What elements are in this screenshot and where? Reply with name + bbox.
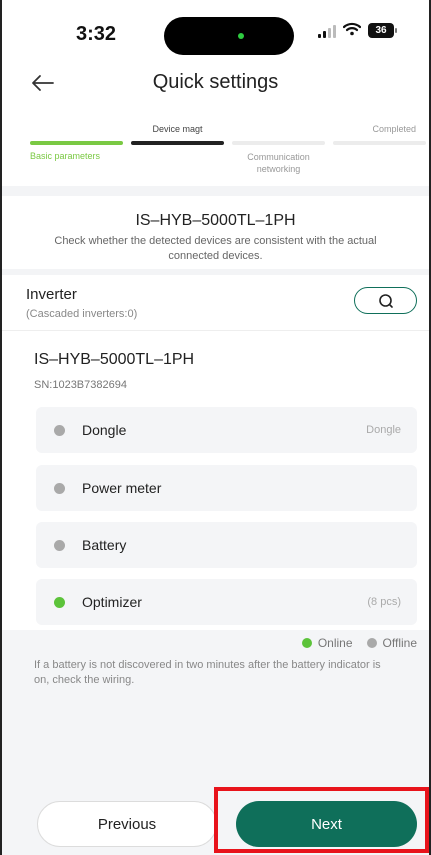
step-label-device-magt: Device magt (152, 124, 203, 134)
inverter-label: Inverter (26, 286, 77, 303)
online-dot-icon (301, 638, 312, 648)
device-name: Optimizer (82, 594, 142, 610)
search-devices-button[interactable] (354, 287, 417, 314)
step-bar-completed (333, 141, 426, 145)
device-item-dongle: Dongle Dongle (36, 407, 417, 453)
device-name: Dongle (82, 422, 127, 438)
device-check-hint: Check whether the detected devices are c… (54, 235, 377, 262)
inverter-model: IS–HYB–5000TL–1PH (34, 351, 195, 368)
device-model-title: IS–HYB–5000TL–1PH (135, 212, 296, 229)
device-item-battery: Battery (36, 522, 417, 568)
legend-offline-label: Offline (382, 636, 417, 650)
status-icons: 36 (318, 22, 397, 39)
device-item-power-meter: Power meter (36, 465, 417, 511)
status-legend: Online Offline (294, 636, 417, 650)
offline-dot-icon (366, 638, 377, 648)
camera-indicator-icon (238, 33, 244, 39)
next-button[interactable]: Next (236, 801, 417, 847)
previous-button[interactable]: Previous (37, 801, 217, 847)
device-item-optimizer: Optimizer (8 pcs) (36, 579, 417, 625)
status-time: 3:32 (76, 23, 117, 45)
device-name: Battery (82, 537, 127, 553)
legend-online-label: Online (317, 636, 353, 650)
legend-offline: Offline (366, 636, 417, 650)
offline-status-icon (54, 425, 65, 436)
cascaded-inverters-count: (Cascaded inverters:0) (26, 308, 138, 320)
offline-status-icon (54, 540, 65, 551)
step-label-completed: Completed (372, 124, 416, 134)
device-detail: (8 pcs) (367, 596, 401, 608)
dynamic-island (164, 17, 294, 55)
step-bar-basic-parameters (30, 141, 123, 145)
battery-icon: 36 (368, 23, 397, 38)
section-divider (0, 186, 431, 196)
step-label-basic-parameters: Basic parameters (30, 151, 101, 161)
page-title: Quick settings (152, 71, 279, 93)
online-status-icon (54, 597, 65, 608)
offline-status-icon (54, 483, 65, 494)
device-name: Power meter (82, 480, 162, 496)
page-header: Quick settings (0, 60, 431, 106)
battery-wiring-note: If a battery is not discovered in two mi… (34, 659, 381, 686)
signal-icon (318, 24, 336, 38)
step-bar-device-magt (131, 141, 224, 145)
inverter-serial-number: SN:1023B7382694 (34, 379, 127, 391)
search-icon (378, 293, 393, 308)
device-header: IS–HYB–5000TL–1PH Check whether the dete… (0, 196, 431, 269)
step-label-communication: Communication networking (247, 152, 310, 174)
inverter-row: Inverter (Cascaded inverters:0) (0, 275, 431, 331)
legend-online: Online (301, 636, 353, 650)
status-bar: 3:32 36 (0, 0, 431, 56)
wifi-icon (342, 22, 362, 39)
progress-stepper: Basic parameters Device magt Communicati… (0, 116, 431, 186)
device-detail: Dongle (366, 424, 401, 436)
step-bar-communication (232, 141, 325, 145)
